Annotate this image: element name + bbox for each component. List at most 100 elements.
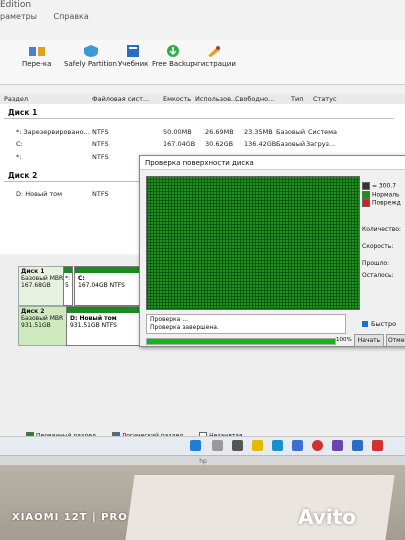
status-line: Проверка завершена.: [150, 324, 219, 331]
table-row[interactable]: *: Зарезервировано... NTFS 50.00MB 26.69…: [0, 128, 405, 138]
window-title: Edition: [0, 0, 32, 10]
col-filesystem[interactable]: Файловая сист...: [92, 95, 149, 103]
register-icon: [208, 46, 221, 57]
partition-d-size: 931.51GB NTFS: [70, 322, 117, 329]
checkbox-label: Быстро: [371, 320, 397, 328]
legend-label: Поврежд: [372, 199, 401, 207]
dialog-side-panel: = 300.7 Нормаль Поврежд Количество: Скор…: [362, 182, 405, 280]
col-type[interactable]: Тип: [291, 95, 303, 103]
cell-fs: NTFS: [92, 153, 109, 161]
progress-label: 100%: [336, 337, 352, 343]
taskbar: [0, 436, 405, 455]
cell-type: Базовый: [276, 140, 306, 148]
transfer-label: Пере-ка: [22, 60, 52, 68]
disk1-title: Диск 1: [21, 268, 45, 275]
opera-icon[interactable]: [312, 440, 323, 451]
disk2-header: Диск 2: [8, 171, 38, 180]
small-partition-letter: *:: [65, 275, 71, 282]
field-count: Количество:: [362, 225, 401, 233]
progress-bar: [146, 338, 336, 345]
app-icon[interactable]: [332, 440, 343, 451]
legend-normal: Нормаль: [362, 190, 405, 200]
cell-fs: NTFS: [92, 190, 109, 198]
swatch: [362, 199, 370, 207]
col-free[interactable]: Свободно...: [235, 95, 274, 103]
hp-logo: hp: [199, 458, 207, 465]
transfer-icon: [28, 47, 45, 56]
store-icon[interactable]: [292, 440, 303, 451]
surface-test-dialog: Проверка поверхности диска = 300.7 Норма…: [139, 155, 405, 347]
register-label: чгистрации: [193, 60, 236, 68]
cell-free: 23.35MB: [244, 128, 273, 136]
app-icon[interactable]: [372, 440, 383, 451]
disk1-small-partition[interactable]: *: 5: [63, 266, 73, 306]
tutorial-icon: [127, 45, 140, 57]
disk2-title: Диск 2: [21, 308, 45, 315]
small-partition-num: 5: [65, 282, 69, 289]
legend-block-size: = 300.7: [362, 182, 405, 191]
safely-partition-label: Safely Partition: [64, 60, 117, 68]
field-remaining: Осталось:: [362, 271, 394, 279]
disk2-size: 931.51GB: [21, 322, 51, 329]
progress-fill: [147, 339, 335, 344]
menu-item-parameters[interactable]: раметры: [0, 12, 37, 21]
cell-name: D: Новый том: [16, 190, 63, 198]
phone-watermark: XIAOMI 12T | PRO: [12, 512, 128, 523]
disk1-size: 167.68GB: [21, 282, 51, 289]
cell-used: 26.69MB: [205, 128, 234, 136]
field-elapsed: Прошло:: [362, 259, 390, 267]
cancel-button[interactable]: Отмена: [386, 334, 405, 347]
dialog-title: Проверка поверхности диска: [140, 156, 405, 170]
col-partition[interactable]: Раздел: [4, 95, 28, 103]
safely-partition-icon: [83, 45, 98, 57]
cell-name: *:: [16, 153, 22, 161]
col-capacity[interactable]: Емкость: [163, 95, 191, 103]
partition-app-icon[interactable]: [352, 440, 363, 451]
tutorial-button[interactable]: Учебник: [118, 44, 148, 68]
divider: [4, 118, 394, 119]
register-button[interactable]: чгистрации: [193, 44, 236, 68]
disk1-type: Базовый MBR: [21, 275, 64, 282]
edge-icon[interactable]: [272, 440, 283, 451]
cell-free: 136.42GB: [244, 140, 277, 148]
transfer-button[interactable]: Пере-ка: [22, 44, 51, 68]
legend-damaged: Поврежд: [362, 199, 405, 208]
partition-color-strip: [64, 267, 72, 273]
cell-used: 30.62GB: [205, 140, 234, 148]
cell-name: *: Зарезервировано...: [16, 128, 90, 136]
quick-checkbox[interactable]: Быстро: [362, 320, 396, 328]
col-status[interactable]: Статус: [313, 95, 337, 103]
sector-grid: [146, 176, 360, 310]
disk1-header: Диск 1: [8, 108, 38, 117]
free-backup-label: Free Backup: [152, 60, 195, 68]
col-used[interactable]: Использов...: [195, 95, 237, 103]
free-backup-button[interactable]: Free Backup: [152, 44, 195, 68]
safely-partition-button[interactable]: Safely Partition: [64, 44, 117, 68]
swatch: [362, 182, 370, 190]
status-log: Проверка ... Проверка завершена.: [146, 314, 346, 334]
backup-icon: [167, 45, 180, 57]
site-watermark: Avito: [298, 505, 356, 529]
disk1-info[interactable]: Диск 1 Базовый MBR 167.68GB: [18, 266, 68, 306]
swatch: [362, 190, 370, 199]
menu-bar: раметры Справка: [0, 12, 405, 26]
search-icon[interactable]: [212, 440, 223, 451]
table-row[interactable]: C: NTFS 167.04GB 30.62GB 136.42GB Базовы…: [0, 140, 405, 150]
start-icon[interactable]: [190, 440, 201, 451]
field-speed: Скорость:: [362, 242, 394, 250]
explorer-icon[interactable]: [252, 440, 263, 451]
task-view-icon[interactable]: [232, 440, 243, 451]
cell-fs: NTFS: [92, 128, 109, 136]
legend-label: Нормаль: [372, 191, 400, 198]
cell-status: Загруз...: [306, 140, 336, 148]
cell-cap: 50.00MB: [163, 128, 192, 136]
start-button[interactable]: Начать: [354, 334, 384, 347]
legend-label: = 300.7: [372, 182, 397, 190]
disk2-info[interactable]: Диск 2 Базовый MBR 931.51GB: [18, 306, 68, 346]
checkbox-checked-icon: [362, 321, 368, 327]
cell-cap: 167.04GB: [163, 140, 196, 148]
monitor-screen: Edition раметры Справка Пере-ка Safely P…: [0, 0, 405, 455]
cell-name: C:: [16, 140, 23, 148]
disk2-type: Базовый MBR: [21, 315, 64, 322]
menu-item-help[interactable]: Справка: [54, 12, 89, 21]
